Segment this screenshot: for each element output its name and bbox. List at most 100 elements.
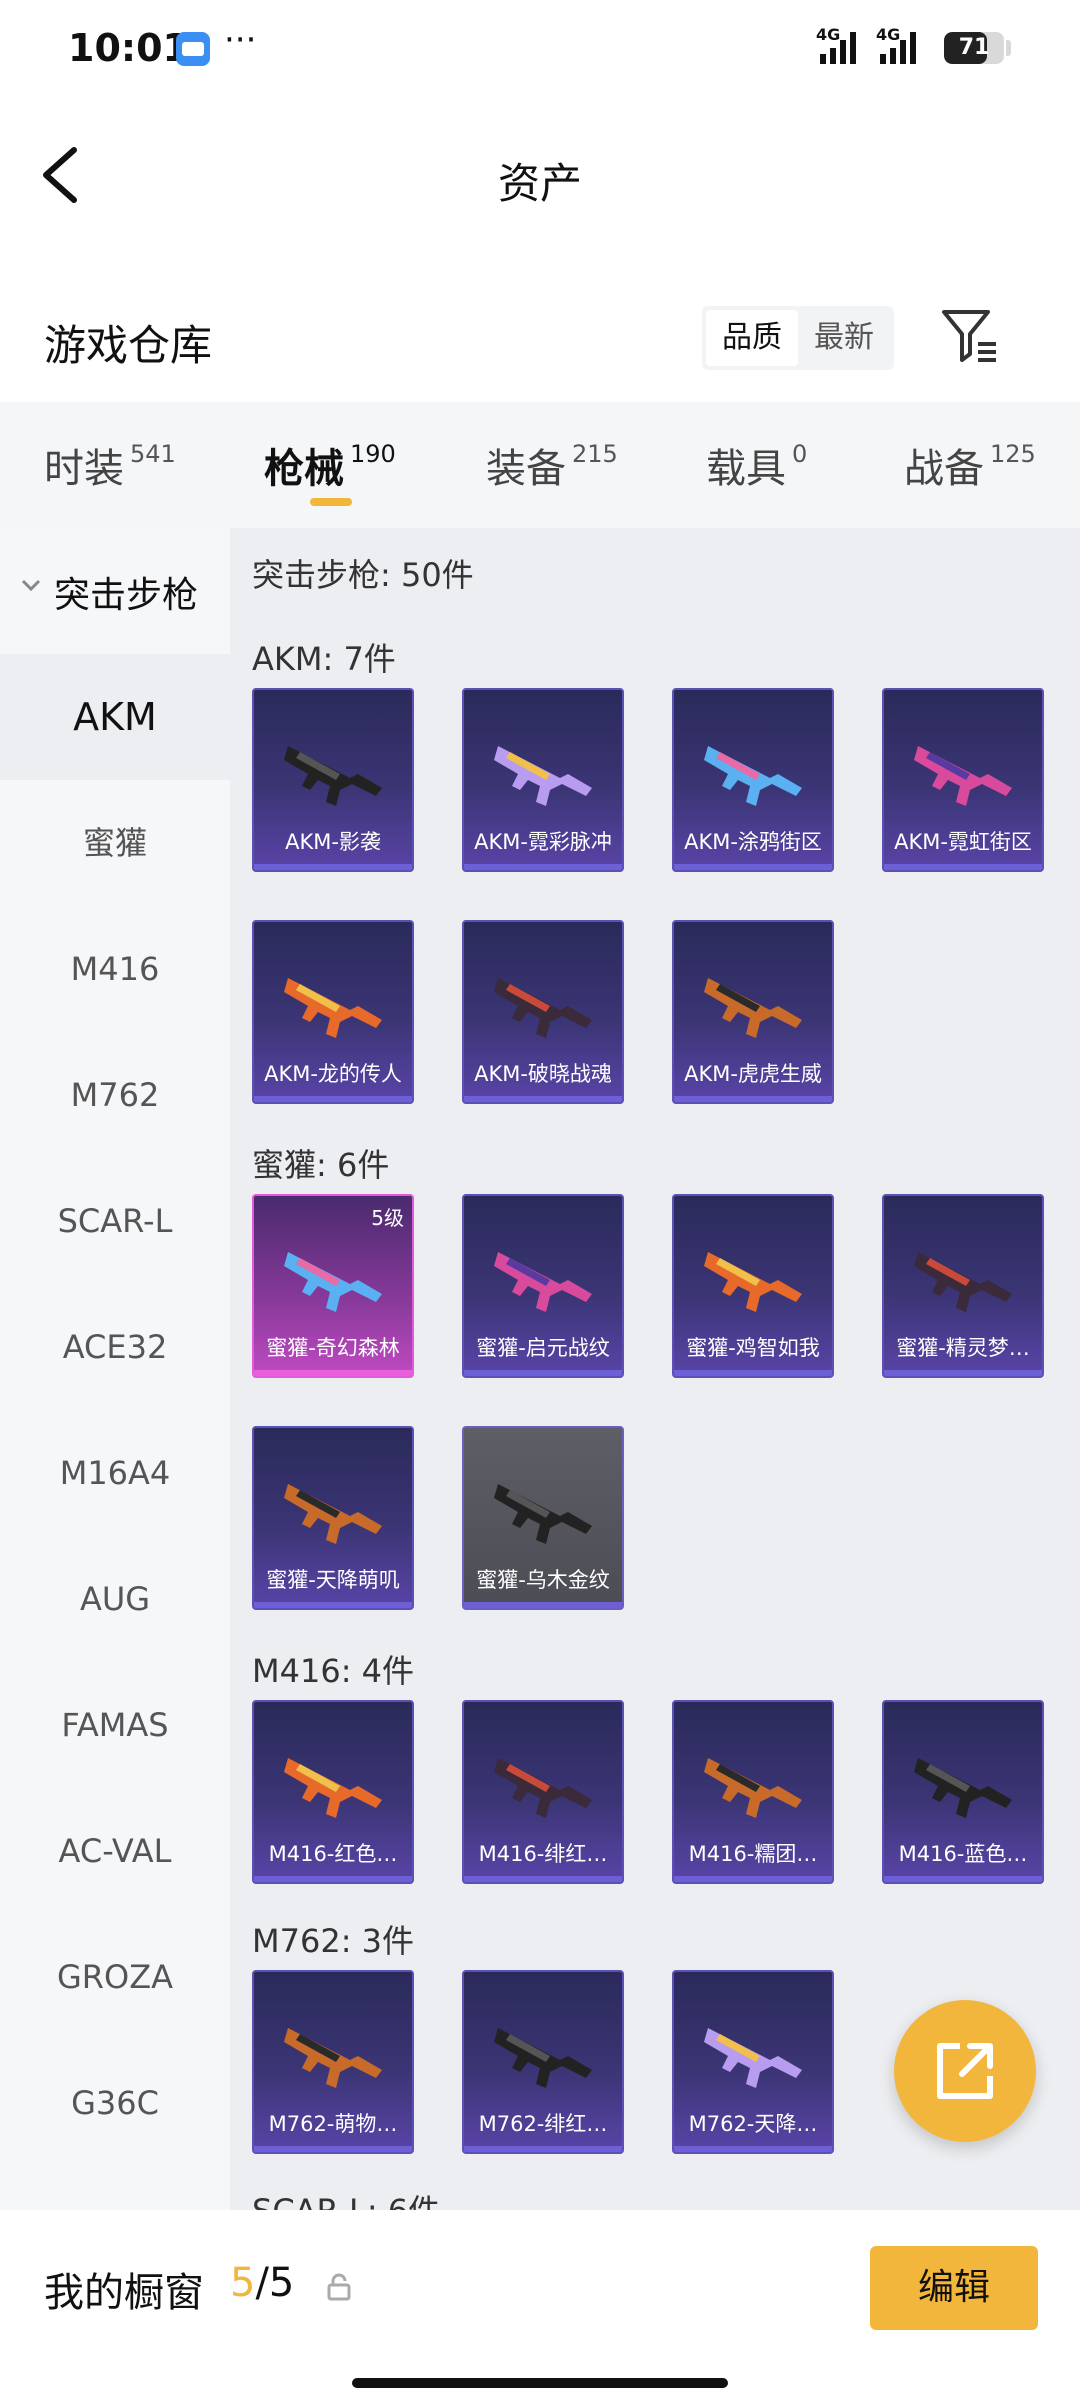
filter-icon[interactable] [940, 306, 1000, 366]
weapon-skin-card[interactable]: 蜜獾-精灵梦… [882, 1194, 1044, 1378]
weapon-skin-image [914, 1758, 1012, 1818]
weapon-skin-card[interactable]: M762-绯红… [462, 1970, 624, 2154]
weapon-skin-image [284, 1758, 382, 1818]
rarity-strip [254, 1876, 412, 1882]
sort-newest-option[interactable]: 最新 [798, 310, 890, 366]
weapon-skin-card[interactable]: AKM-涂鸦街区 [672, 688, 834, 872]
weapon-skin-name: AKM-霓彩脉冲 [474, 830, 612, 854]
rarity-strip [674, 1876, 832, 1882]
weapon-skin-image [494, 978, 592, 1038]
tab-gear[interactable]: 战备 125 [904, 436, 1036, 494]
weapon-skin-image [704, 1758, 802, 1818]
weapon-skin-card[interactable]: AKM-影袭 [252, 688, 414, 872]
weapon-skin-name: M762-绯红… [478, 2112, 608, 2136]
signal-4g-icon-2: 4G [876, 26, 916, 64]
sidebar-group-assault-rifles[interactable]: 突击步枪 [0, 556, 230, 626]
rarity-strip [884, 864, 1042, 870]
weapon-skin-card[interactable]: M416-绯红… [462, 1700, 624, 1884]
tab-count: 541 [130, 440, 176, 468]
weapon-skin-image [284, 746, 382, 806]
battery-icon: 71 [944, 32, 1004, 64]
weapon-skin-card[interactable]: AKM-龙的传人 [252, 920, 414, 1104]
weapon-skin-image [914, 746, 1012, 806]
weapon-skin-card[interactable]: 蜜獾-鸡智如我 [672, 1194, 834, 1378]
rarity-strip [674, 1096, 832, 1102]
weapon-skin-name: AKM-虎虎生威 [684, 1062, 822, 1086]
sidebar-item-m416[interactable]: M416 [0, 906, 230, 1032]
weapon-skin-name: 蜜獾-乌木金纹 [476, 1568, 610, 1592]
weapon-skin-name: 蜜獾-天降萌叽 [266, 1568, 400, 1592]
edit-showcase-button[interactable]: 编辑 [870, 2246, 1038, 2330]
tab-firearms[interactable]: 枪械 190 [264, 436, 396, 494]
sidebar-item-famas[interactable]: FAMAS [0, 1662, 230, 1788]
rarity-strip [254, 1602, 412, 1608]
sidebar-item-g36c[interactable]: G36C [0, 2040, 230, 2166]
sort-quality-option[interactable]: 品质 [706, 310, 798, 366]
weapon-skin-image [704, 1252, 802, 1312]
tab-count: 190 [350, 440, 396, 468]
weapon-skin-card[interactable]: M762-萌物… [252, 1970, 414, 2154]
weapon-skin-image [494, 1484, 592, 1544]
weapon-skin-image [284, 1252, 382, 1312]
sidebar-item-m762[interactable]: M762 [0, 1032, 230, 1158]
sidebar-item-aug[interactable]: AUG [0, 1536, 230, 1662]
share-icon [937, 2043, 993, 2099]
weapon-skin-name: AKM-影袭 [285, 830, 381, 854]
sidebar-item-akm[interactable]: AKM [0, 654, 230, 780]
section-label-m762: M762: 3件 [252, 1922, 415, 1960]
weapon-skin-card[interactable]: 蜜獾-启元战纹 [462, 1194, 624, 1378]
sidebar-item-groza[interactable]: GROZA [0, 1914, 230, 2040]
weapon-skin-name: AKM-涂鸦街区 [684, 830, 822, 854]
sidebar-item-m16a4[interactable]: M16A4 [0, 1410, 230, 1536]
share-button[interactable] [894, 2000, 1036, 2142]
weapon-sidebar: 突击步枪 AKM 蜜獾 M416 M762 SCAR-L ACE32 M16A4… [0, 528, 230, 2210]
section-label-scar-l: SCAR-L: 6件 [252, 2186, 440, 2210]
weapon-skin-name: AKM-破晓战魂 [474, 1062, 612, 1086]
rarity-strip [884, 1370, 1042, 1376]
weapon-skin-card[interactable]: M416-红色… [252, 1700, 414, 1884]
sidebar-item-ac-val[interactable]: AC-VAL [0, 1788, 230, 1914]
weapon-skin-image [284, 1484, 382, 1544]
tab-equipment[interactable]: 装备 215 [486, 436, 618, 494]
status-time: 10:01 [68, 26, 189, 70]
weapon-skin-image [704, 2028, 802, 2088]
weapon-skin-name: 蜜獾-精灵梦… [896, 1336, 1030, 1360]
weapon-skin-card[interactable]: 蜜獾-天降萌叽 [252, 1426, 414, 1610]
weapon-skin-image [704, 746, 802, 806]
rarity-strip [254, 864, 412, 870]
sidebar-item-honey-badger[interactable]: 蜜獾 [0, 780, 230, 906]
weapon-skin-card[interactable]: AKM-破晓战魂 [462, 920, 624, 1104]
showcase-bar: 我的橱窗 5/5 编辑 [0, 2210, 1080, 2400]
rarity-strip [674, 1370, 832, 1376]
weapon-skin-card[interactable]: AKM-虎虎生威 [672, 920, 834, 1104]
sidebar-item-ace32[interactable]: ACE32 [0, 1284, 230, 1410]
weapon-skin-card[interactable]: 蜜獾-乌木金纹 [462, 1426, 624, 1610]
weapon-skin-card[interactable]: M416-糯团… [672, 1700, 834, 1884]
chevron-down-icon [21, 579, 41, 592]
warehouse-title: 游戏仓库 [44, 321, 213, 370]
active-tab-indicator [310, 498, 352, 506]
weapon-skin-image [494, 2028, 592, 2088]
home-indicator [352, 2378, 728, 2388]
showcase-current: 5 [230, 2260, 256, 2306]
weapon-skin-name: AKM-霓虹街区 [894, 830, 1032, 854]
skin-level-badge: 5级 [371, 1206, 404, 1230]
showcase-label: 我的橱窗 [44, 2270, 204, 2316]
weapon-skin-card[interactable]: AKM-霓虹街区 [882, 688, 1044, 872]
weapon-skin-card[interactable]: M762-天降… [672, 1970, 834, 2154]
section-label-akm: AKM: 7件 [252, 640, 396, 678]
weapon-skin-card[interactable]: AKM-霓彩脉冲 [462, 688, 624, 872]
status-bar: 10:01 ··· 4G 4G 71 [0, 0, 1080, 96]
tab-count: 0 [792, 440, 808, 468]
weapon-skin-card[interactable]: M416-蓝色… [882, 1700, 1044, 1884]
rarity-strip [464, 1370, 622, 1376]
weapon-skin-card[interactable]: 5级 蜜獾-奇幻森林 [252, 1194, 414, 1378]
tab-fashion[interactable]: 时装 541 [44, 436, 176, 494]
sidebar-item-scar-l[interactable]: SCAR-L [0, 1158, 230, 1284]
category-summary: 突击步枪: 50件 [252, 556, 474, 594]
section-label-honey-badger: 蜜獾: 6件 [252, 1146, 390, 1184]
weapon-skin-image [914, 1252, 1012, 1312]
weapon-skin-name: M762-萌物… [268, 2112, 398, 2136]
tab-vehicles[interactable]: 载具 0 [706, 436, 807, 494]
showcase-count: 5/5 [230, 2260, 294, 2306]
